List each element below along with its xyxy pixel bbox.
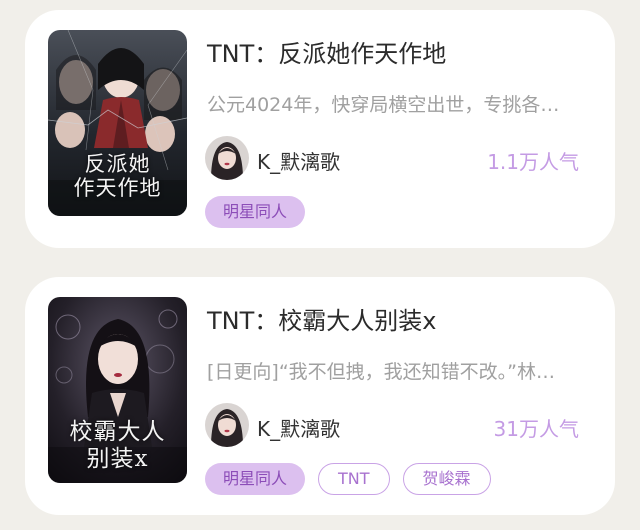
book-list: 反派她 作天作地 TNT：反派她作天作地 公元4024年，快穿局横空出世，专挑各… <box>0 0 640 530</box>
author-avatar[interactable] <box>205 136 249 180</box>
tag-list: 明星同人 <box>205 196 306 228</box>
cover-title-text: 校霸大人 别装x <box>69 419 166 472</box>
book-description: [日更向]“我不但拽，我还知错不改。”林… <box>207 361 556 383</box>
book-description: 公元4024年，快穿局横空出世，专挑各… <box>207 94 560 116</box>
tag-list: 明星同人 TNT 贺峻霖 <box>205 463 491 495</box>
book-title[interactable]: TNT：反派她作天作地 <box>207 34 446 69</box>
cover-title-text: 反派她 作天作地 <box>73 152 162 200</box>
book-card[interactable]: 校霸大人 别装x TNT：校霸大人别装x [日更向]“我不但拽，我还知错不改。”… <box>25 277 615 515</box>
book-cover-image[interactable]: 校霸大人 别装x <box>48 297 187 483</box>
tag[interactable]: TNT <box>318 463 390 495</box>
book-title[interactable]: TNT：校霸大人别装x <box>207 301 436 336</box>
book-cover-image[interactable]: 反派她 作天作地 <box>48 30 187 216</box>
author-name[interactable]: K_默漓歌 <box>257 413 340 442</box>
popularity-count: 1.1万人气 <box>487 150 579 174</box>
book-card[interactable]: 反派她 作天作地 TNT：反派她作天作地 公元4024年，快穿局横空出世，专挑各… <box>25 10 615 248</box>
author-avatar[interactable] <box>205 403 249 447</box>
author-name[interactable]: K_默漓歌 <box>257 146 340 175</box>
tag[interactable]: 明星同人 <box>205 196 306 228</box>
tag[interactable]: 贺峻霖 <box>402 463 491 495</box>
tag[interactable]: 明星同人 <box>205 463 306 495</box>
popularity-count: 31万人气 <box>493 417 579 441</box>
